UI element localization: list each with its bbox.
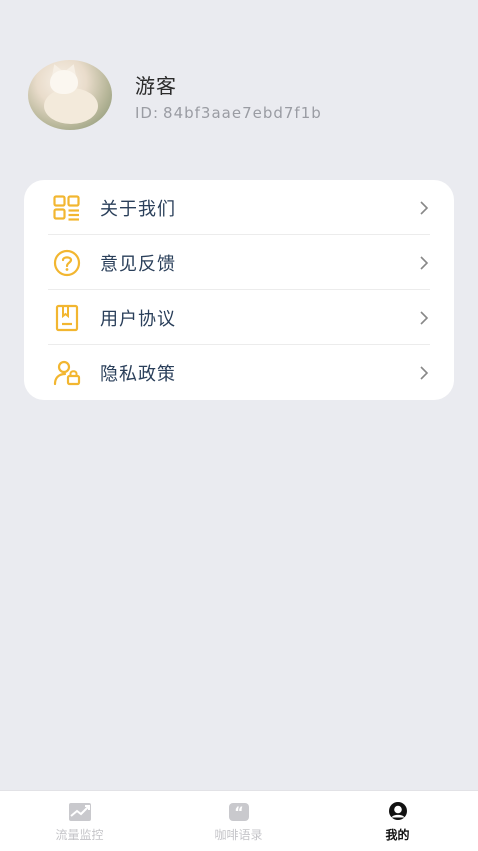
- trend-chart-icon: [68, 801, 92, 823]
- user-id-value: 84bf3aae7ebd7f1b: [163, 104, 322, 122]
- chevron-right-icon: [420, 200, 429, 215]
- user-lock-icon: [52, 358, 82, 388]
- avatar[interactable]: [28, 60, 112, 130]
- tab-coffee-quotes[interactable]: “ 咖啡语录: [159, 791, 318, 851]
- username: 游客: [135, 74, 177, 98]
- user-icon: [386, 801, 410, 823]
- document-icon: [52, 303, 82, 333]
- question-circle-icon: [52, 248, 82, 278]
- tab-label: 流量监控: [55, 828, 104, 842]
- menu-item-label: 隐私政策: [100, 363, 176, 385]
- svg-text:“: “: [234, 805, 243, 821]
- tab-mine[interactable]: 我的: [318, 791, 477, 851]
- menu-item-label: 意见反馈: [100, 253, 176, 275]
- menu-item-about-us[interactable]: 关于我们: [48, 180, 454, 235]
- quote-icon: “: [227, 801, 251, 823]
- bottom-tab-bar: 流量监控 “ 咖啡语录 我的: [0, 790, 478, 851]
- tab-label: 咖啡语录: [214, 828, 263, 842]
- avatar-cat-head: [50, 70, 78, 94]
- avatar-cat-body: [44, 88, 98, 124]
- user-id: ID: 84bf3aae7ebd7f1b: [135, 104, 322, 122]
- user-id-label: ID:: [135, 104, 160, 122]
- chevron-right-icon: [420, 310, 429, 325]
- menu-item-privacy-policy[interactable]: 隐私政策: [48, 345, 454, 400]
- qr-grid-icon: [52, 193, 82, 223]
- profile-header: 游客 ID: 84bf3aae7ebd7f1b: [28, 60, 448, 130]
- chevron-right-icon: [420, 255, 429, 270]
- tab-label: 我的: [385, 828, 410, 842]
- settings-menu-card: 关于我们 意见反馈 用户协议 隐私政策: [24, 180, 454, 400]
- menu-item-feedback[interactable]: 意见反馈: [48, 235, 454, 290]
- menu-item-label: 关于我们: [100, 198, 176, 220]
- menu-item-user-agreement[interactable]: 用户协议: [48, 290, 454, 345]
- tab-traffic-monitor[interactable]: 流量监控: [0, 791, 159, 851]
- menu-item-label: 用户协议: [100, 308, 176, 330]
- chevron-right-icon: [420, 365, 429, 380]
